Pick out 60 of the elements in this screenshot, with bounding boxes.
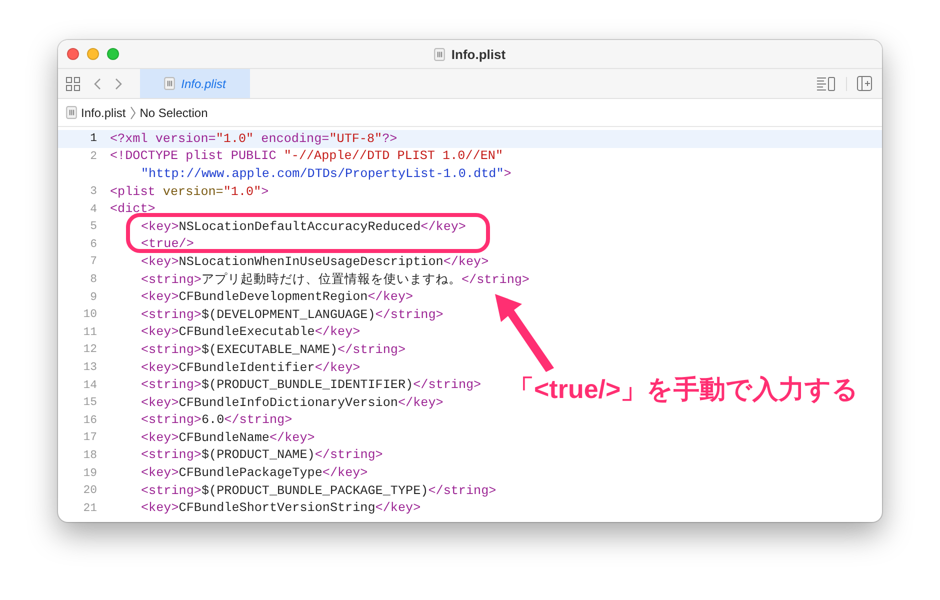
chevron-icon [130,106,136,120]
code-line: <?xml version="1.0" encoding="UTF-8"?> [110,132,398,146]
code-line: <key>NSLocationWhenInUseUsageDescription</key> [140,254,489,269]
code-line: <string>$(PRODUCT_NAME)</string> [140,448,383,462]
code-line: <string>$(PRODUCT_BUNDLE_IDENTIFIER)</string> [140,378,482,392]
code-line: <true/> [140,237,194,252]
editor-tab[interactable]: Info.plist [140,69,250,98]
code-line: <key>CFBundleDevelopmentRegion</key> [140,290,414,304]
code-line: <key>CFBundleName</key> [140,430,315,445]
line-number: 7 [89,255,98,268]
line-number: 15 [82,396,98,410]
line-number: 11 [82,326,98,339]
line-number: 17 [82,431,98,444]
grid-icon[interactable] [66,76,80,90]
line-number: 21 [82,502,98,515]
code-line: <plist version="1.0"> [110,184,269,199]
code-line: <key>CFBundleShortVersionString</key> [140,501,421,516]
line-number: 19 [82,466,98,480]
code-line: <string>$(DEVELOPMENT_LANGUAGE)</string> [140,308,444,322]
breadcrumb-item[interactable]: Info.plist [81,106,126,120]
line-number: 16 [82,414,98,427]
close-button[interactable] [67,48,79,60]
zoom-button[interactable] [107,48,119,60]
code-line: <key>CFBundleInfoDictionaryVersion</key> [140,396,444,410]
code-line: <dict> [110,202,156,216]
line-number: 20 [82,484,98,498]
file-icon [66,106,77,119]
line-number: 1 [89,132,98,146]
code-line: <key>CFBundleExecutable</key> [140,325,360,340]
line-number: 14 [82,378,98,392]
minimize-button[interactable] [87,48,99,60]
code-line: "http://www.apple.com/DTDs/PropertyList-1.0.dtd"> [140,166,512,181]
code-line: <string>$(PRODUCT_BUNDLE_PACKAGE_TYPE)</string> [140,484,496,498]
line-number: 9 [89,290,98,304]
breadcrumb-item[interactable]: No Selection [140,106,208,120]
line-number: 6 [89,238,98,251]
line-number: 3 [89,185,98,198]
line-number: 8 [89,273,98,286]
code-line: <key>CFBundlePackageType</key> [140,466,368,480]
code-line: <key>NSLocationDefaultAccuracyReduced</key> [140,220,466,234]
code-line: <string>アプリ起動時だけ、位置情報を使いますね。</string> [140,272,530,288]
line-number: 18 [82,448,98,462]
line-number: 12 [82,343,98,356]
code-line: <key>CFBundleIdentifier</key> [140,360,360,375]
line-number: 4 [89,202,98,216]
code-line: <string>$(EXECUTABLE_NAME)</string> [140,342,406,357]
code-line: <!DOCTYPE plist PUBLIC "-//Apple//DTD PLIST 1.0//EN" [110,149,503,164]
back-icon[interactable] [94,78,101,90]
file-icon [434,48,446,60]
file-icon [164,77,176,90]
add-editor-icon[interactable] [857,76,872,91]
forward-icon[interactable] [115,78,122,90]
line-number: 2 [89,150,98,163]
minimap-icon[interactable] [816,76,836,92]
annotation-text: 「<true/>」を手動で入力する [508,373,859,406]
code-line: <string>6.0</string> [140,413,292,428]
line-number: 13 [82,361,98,374]
line-number: 10 [82,308,98,322]
line-number: 5 [89,220,98,234]
window-title: Info.plist [451,46,506,62]
